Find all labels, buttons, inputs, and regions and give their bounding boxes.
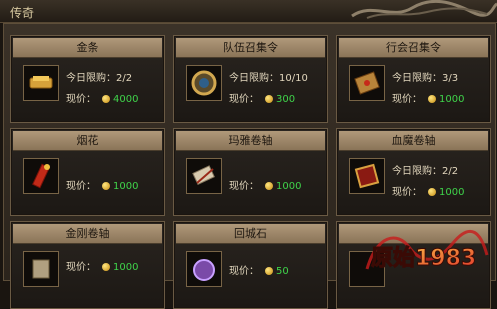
price-value: 1000 <box>276 181 302 192</box>
price-label: 现价： <box>229 266 259 277</box>
price-label: 现价： <box>229 94 259 105</box>
firework-icon <box>23 158 59 194</box>
price-row: 现价： 1000 <box>66 258 138 273</box>
item-name: 回城石 <box>176 224 325 244</box>
price-value: 1000 <box>113 262 139 273</box>
item-name: 行会召集令 <box>339 38 488 58</box>
item-name: 金刚卷轴 <box>13 224 162 244</box>
coin-icon <box>102 182 110 190</box>
item-name: 队伍召集令 <box>176 38 325 58</box>
shop-item-blood-scroll[interactable]: 血魔卷轴 今日限购：2/2 现价： 1000 <box>336 128 491 216</box>
price-row: 现价： 50 <box>229 262 289 277</box>
shop-item-maya-scroll[interactable]: 玛雅卷轴 现价： 1000 <box>173 128 328 216</box>
shop-item-gold-bar[interactable]: 金条 今日限购：2/2 现价： 4000 <box>10 35 165 123</box>
summon-medal-icon <box>186 65 222 101</box>
blood-scroll-icon <box>349 158 385 194</box>
return-stone-icon <box>186 251 222 287</box>
window-title: 传奇 <box>10 6 35 20</box>
price-value: 50 <box>276 266 289 277</box>
price-row: 现价： 300 <box>229 90 295 105</box>
price-row: 现价： 1000 <box>66 177 138 192</box>
price-label: 现价： <box>392 94 422 105</box>
gold-bar-icon <box>23 65 59 101</box>
price-label: 现价： <box>66 94 96 105</box>
item-name: 血魔卷轴 <box>339 131 488 151</box>
price-row: 现价： 4000 <box>66 90 138 105</box>
shop-item-diamond-scroll[interactable]: 金刚卷轴 现价： 1000 <box>10 221 165 309</box>
item-name: 烟花 <box>13 131 162 151</box>
purchase-limit: 今日限购：3/3 <box>392 69 458 84</box>
price-label: 现价： <box>66 181 96 192</box>
price-row: 现价： 1000 <box>229 177 301 192</box>
shop-item-team-summon[interactable]: 队伍召集令 今日限购：10/10 现价： 300 <box>173 35 328 123</box>
item-name: 玛雅卷轴 <box>176 131 325 151</box>
coin-icon <box>102 263 110 271</box>
coin-icon <box>265 267 273 275</box>
purchase-limit: 今日限购：2/2 <box>392 162 458 177</box>
diamond-scroll-icon <box>23 251 59 287</box>
dragon-ornament-icon <box>351 0 497 19</box>
limit-value: 10/10 <box>279 73 308 84</box>
price-value: 1000 <box>439 94 465 105</box>
guild-token-icon <box>349 65 385 101</box>
limit-label: 今日限购： <box>229 73 279 84</box>
coin-icon <box>265 95 273 103</box>
price-label: 现价： <box>66 262 96 273</box>
limit-value: 3/3 <box>442 73 459 84</box>
price-value: 4000 <box>113 94 139 105</box>
purchase-limit: 今日限购：2/2 <box>66 69 132 84</box>
watermark-logo: 原始1983 <box>365 229 489 272</box>
title-bar: 传奇 <box>0 0 497 23</box>
svg-text:原始1983: 原始1983 <box>371 245 476 271</box>
purchase-limit: 今日限购：10/10 <box>229 69 308 84</box>
shop-item-guild-summon[interactable]: 行会召集令 今日限购：3/3 现价： 1000 <box>336 35 491 123</box>
price-value: 1000 <box>113 181 139 192</box>
limit-label: 今日限购： <box>392 166 442 177</box>
shop-item-return-stone[interactable]: 回城石 现价： 50 <box>173 221 328 309</box>
item-name: 金条 <box>13 38 162 58</box>
coin-icon <box>428 95 436 103</box>
limit-value: 2/2 <box>116 73 133 84</box>
price-value: 300 <box>276 94 296 105</box>
price-row: 现价： 1000 <box>392 183 464 198</box>
limit-value: 2/2 <box>442 166 459 177</box>
price-value: 1000 <box>439 187 465 198</box>
scroll-icon <box>186 158 222 194</box>
shop-item-firework[interactable]: 烟花 现价： 1000 <box>10 128 165 216</box>
price-row: 现价： 1000 <box>392 90 464 105</box>
price-label: 现价： <box>229 181 259 192</box>
coin-icon <box>428 188 436 196</box>
limit-label: 今日限购： <box>66 73 116 84</box>
price-label: 现价： <box>392 187 422 198</box>
limit-label: 今日限购： <box>392 73 442 84</box>
coin-icon <box>102 95 110 103</box>
coin-icon <box>265 182 273 190</box>
